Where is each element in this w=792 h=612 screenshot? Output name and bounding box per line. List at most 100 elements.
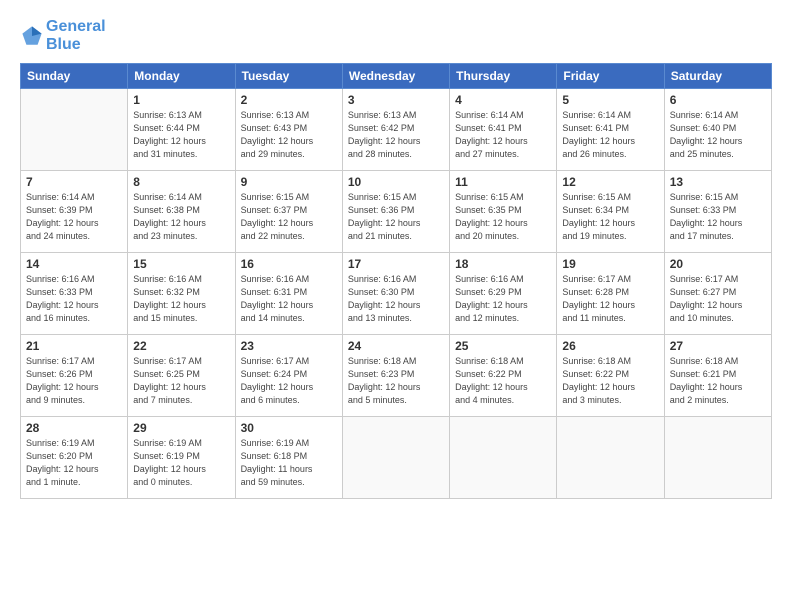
day-number: 12 (562, 175, 658, 189)
calendar-cell: 10 Sunrise: 6:15 AM Sunset: 6:36 PM Dayli… (342, 171, 449, 253)
day-info: Sunrise: 6:16 AM Sunset: 6:29 PM Dayligh… (455, 273, 551, 325)
day-number: 7 (26, 175, 122, 189)
day-info: Sunrise: 6:16 AM Sunset: 6:33 PM Dayligh… (26, 273, 122, 325)
day-number: 23 (241, 339, 337, 353)
day-info: Sunrise: 6:15 AM Sunset: 6:34 PM Dayligh… (562, 191, 658, 243)
calendar-cell: 21Sunrise: 6:17 AM Sunset: 6:26 PM Dayli… (21, 335, 128, 417)
calendar-cell: 12 Sunrise: 6:15 AM Sunset: 6:34 PM Dayli… (557, 171, 664, 253)
day-info: Sunrise: 6:15 AM Sunset: 6:33 PM Dayligh… (670, 191, 766, 243)
calendar-cell: 30 Sunrise: 6:19 AM Sunset: 6:18 PM Dayli… (235, 417, 342, 499)
day-number: 13 (670, 175, 766, 189)
week-row-5: 28 Sunrise: 6:19 AM Sunset: 6:20 PM Dayli… (21, 417, 772, 499)
day-number: 10 (348, 175, 444, 189)
day-info: Sunrise: 6:16 AM Sunset: 6:32 PM Dayligh… (133, 273, 229, 325)
day-number: 9 (241, 175, 337, 189)
weekday-header-thursday: Thursday (450, 64, 557, 89)
day-info: Sunrise: 6:19 AM Sunset: 6:20 PM Dayligh… (26, 437, 122, 489)
page: General Blue SundayMondayTuesdayWednesda… (0, 0, 792, 612)
calendar-cell: 1 Sunrise: 6:13 AM Sunset: 6:44 PM Daylig… (128, 89, 235, 171)
day-number: 2 (241, 93, 337, 107)
day-info: Sunrise: 6:15 AM Sunset: 6:36 PM Dayligh… (348, 191, 444, 243)
day-info: Sunrise: 6:14 AM Sunset: 6:39 PM Dayligh… (26, 191, 122, 243)
day-number: 26 (562, 339, 658, 353)
day-info: Sunrise: 6:16 AM Sunset: 6:31 PM Dayligh… (241, 273, 337, 325)
day-info: Sunrise: 6:19 AM Sunset: 6:18 PM Dayligh… (241, 437, 337, 489)
week-row-3: 14 Sunrise: 6:16 AM Sunset: 6:33 PM Dayli… (21, 253, 772, 335)
day-info: Sunrise: 6:19 AM Sunset: 6:19 PM Dayligh… (133, 437, 229, 489)
week-row-2: 7 Sunrise: 6:14 AM Sunset: 6:39 PM Daylig… (21, 171, 772, 253)
weekday-header-row: SundayMondayTuesdayWednesdayThursdayFrid… (21, 64, 772, 89)
day-info: Sunrise: 6:15 AM Sunset: 6:37 PM Dayligh… (241, 191, 337, 243)
day-info: Sunrise: 6:15 AM Sunset: 6:35 PM Dayligh… (455, 191, 551, 243)
day-number: 30 (241, 421, 337, 435)
week-row-4: 21Sunrise: 6:17 AM Sunset: 6:26 PM Dayli… (21, 335, 772, 417)
day-number: 27 (670, 339, 766, 353)
day-info: Sunrise: 6:18 AM Sunset: 6:21 PM Dayligh… (670, 355, 766, 407)
calendar-cell: 17 Sunrise: 6:16 AM Sunset: 6:30 PM Dayli… (342, 253, 449, 335)
calendar-cell: 14 Sunrise: 6:16 AM Sunset: 6:33 PM Dayli… (21, 253, 128, 335)
day-info: Sunrise: 6:17 AM Sunset: 6:24 PM Dayligh… (241, 355, 337, 407)
day-number: 22 (133, 339, 229, 353)
day-info: Sunrise: 6:14 AM Sunset: 6:38 PM Dayligh… (133, 191, 229, 243)
day-number: 17 (348, 257, 444, 271)
calendar-cell (450, 417, 557, 499)
weekday-header-saturday: Saturday (664, 64, 771, 89)
day-number: 16 (241, 257, 337, 271)
day-info: Sunrise: 6:14 AM Sunset: 6:41 PM Dayligh… (562, 109, 658, 161)
calendar-cell: 23 Sunrise: 6:17 AM Sunset: 6:24 PM Dayli… (235, 335, 342, 417)
day-number: 5 (562, 93, 658, 107)
calendar-cell: 19 Sunrise: 6:17 AM Sunset: 6:28 PM Dayli… (557, 253, 664, 335)
day-number: 15 (133, 257, 229, 271)
calendar-cell: 27 Sunrise: 6:18 AM Sunset: 6:21 PM Dayli… (664, 335, 771, 417)
calendar-cell: 5 Sunrise: 6:14 AM Sunset: 6:41 PM Daylig… (557, 89, 664, 171)
weekday-header-monday: Monday (128, 64, 235, 89)
calendar-cell: 28 Sunrise: 6:19 AM Sunset: 6:20 PM Dayli… (21, 417, 128, 499)
calendar-cell: 18 Sunrise: 6:16 AM Sunset: 6:29 PM Dayli… (450, 253, 557, 335)
calendar-cell: 6Sunrise: 6:14 AM Sunset: 6:40 PM Daylig… (664, 89, 771, 171)
logo-icon (20, 24, 44, 48)
day-number: 19 (562, 257, 658, 271)
day-number: 18 (455, 257, 551, 271)
day-number: 11 (455, 175, 551, 189)
day-info: Sunrise: 6:16 AM Sunset: 6:30 PM Dayligh… (348, 273, 444, 325)
day-number: 8 (133, 175, 229, 189)
day-info: Sunrise: 6:17 AM Sunset: 6:28 PM Dayligh… (562, 273, 658, 325)
calendar-cell: 3Sunrise: 6:13 AM Sunset: 6:42 PM Daylig… (342, 89, 449, 171)
calendar-cell: 8 Sunrise: 6:14 AM Sunset: 6:38 PM Daylig… (128, 171, 235, 253)
day-info: Sunrise: 6:17 AM Sunset: 6:25 PM Dayligh… (133, 355, 229, 407)
day-number: 3 (348, 93, 444, 107)
calendar-cell: 7 Sunrise: 6:14 AM Sunset: 6:39 PM Daylig… (21, 171, 128, 253)
day-info: Sunrise: 6:17 AM Sunset: 6:26 PM Dayligh… (26, 355, 122, 407)
calendar-cell: 22 Sunrise: 6:17 AM Sunset: 6:25 PM Dayli… (128, 335, 235, 417)
weekday-header-tuesday: Tuesday (235, 64, 342, 89)
logo: General Blue (20, 18, 106, 53)
calendar-cell: 11 Sunrise: 6:15 AM Sunset: 6:35 PM Dayli… (450, 171, 557, 253)
calendar-cell (342, 417, 449, 499)
calendar-cell: 4Sunrise: 6:14 AM Sunset: 6:41 PM Daylig… (450, 89, 557, 171)
weekday-header-friday: Friday (557, 64, 664, 89)
weekday-header-wednesday: Wednesday (342, 64, 449, 89)
calendar-cell: 15 Sunrise: 6:16 AM Sunset: 6:32 PM Dayli… (128, 253, 235, 335)
day-number: 29 (133, 421, 229, 435)
day-number: 25 (455, 339, 551, 353)
calendar-cell: 2 Sunrise: 6:13 AM Sunset: 6:43 PM Daylig… (235, 89, 342, 171)
day-number: 1 (133, 93, 229, 107)
header: General Blue (20, 18, 772, 53)
calendar-cell: 29 Sunrise: 6:19 AM Sunset: 6:19 PM Dayli… (128, 417, 235, 499)
calendar-cell: 20Sunrise: 6:17 AM Sunset: 6:27 PM Dayli… (664, 253, 771, 335)
day-info: Sunrise: 6:13 AM Sunset: 6:43 PM Dayligh… (241, 109, 337, 161)
calendar-cell: 13 Sunrise: 6:15 AM Sunset: 6:33 PM Dayli… (664, 171, 771, 253)
day-info: Sunrise: 6:14 AM Sunset: 6:40 PM Dayligh… (670, 109, 766, 161)
day-number: 28 (26, 421, 122, 435)
calendar: SundayMondayTuesdayWednesdayThursdayFrid… (20, 63, 772, 499)
calendar-cell: 26Sunrise: 6:18 AM Sunset: 6:22 PM Dayli… (557, 335, 664, 417)
calendar-cell (664, 417, 771, 499)
day-info: Sunrise: 6:18 AM Sunset: 6:23 PM Dayligh… (348, 355, 444, 407)
day-number: 4 (455, 93, 551, 107)
day-info: Sunrise: 6:13 AM Sunset: 6:44 PM Dayligh… (133, 109, 229, 161)
calendar-cell (21, 89, 128, 171)
week-row-1: 1 Sunrise: 6:13 AM Sunset: 6:44 PM Daylig… (21, 89, 772, 171)
calendar-cell: 9 Sunrise: 6:15 AM Sunset: 6:37 PM Daylig… (235, 171, 342, 253)
day-info: Sunrise: 6:18 AM Sunset: 6:22 PM Dayligh… (455, 355, 551, 407)
day-number: 14 (26, 257, 122, 271)
